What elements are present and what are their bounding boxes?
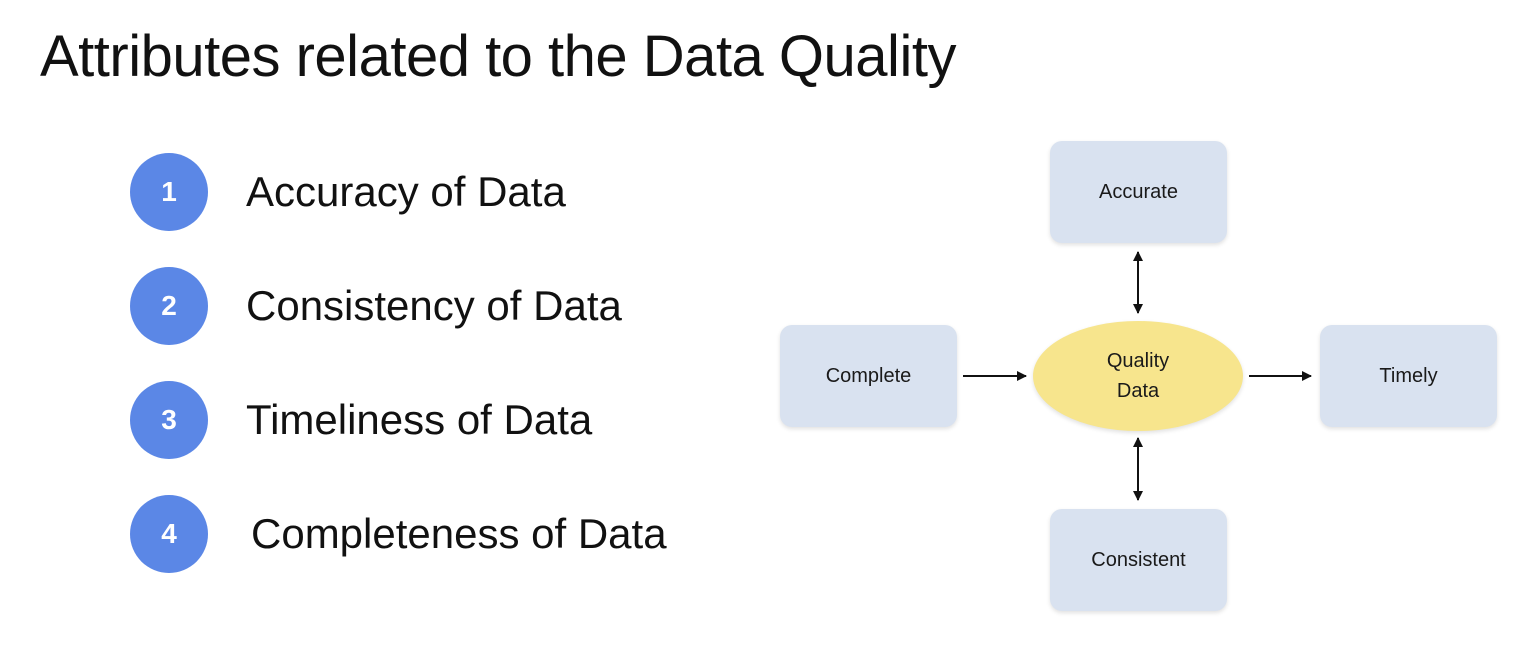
slide: Attributes related to the Data Quality 1…	[0, 0, 1532, 662]
center-quality-data: Quality Data	[1033, 321, 1243, 431]
box-consistent: Consistent	[1050, 509, 1227, 611]
list-item-label: Consistency of Data	[246, 282, 622, 329]
page-title: Attributes related to the Data Quality	[40, 24, 956, 89]
list-item-accuracy: 1 Accuracy of Data	[130, 153, 566, 231]
list-item-timeliness: 3 Timeliness of Data	[130, 381, 592, 459]
number-badge: 3	[130, 381, 208, 459]
box-timely: Timely	[1320, 325, 1497, 427]
list-item-consistency: 2 Consistency of Data	[130, 267, 622, 345]
number-badge: 1	[130, 153, 208, 231]
box-accurate: Accurate	[1050, 141, 1227, 243]
list-item-label: Timeliness of Data	[246, 396, 593, 443]
number-badge: 4	[130, 495, 208, 573]
list-item-label: Completeness of Data	[251, 510, 667, 557]
box-complete: Complete	[780, 325, 957, 427]
number-badge: 2	[130, 267, 208, 345]
center-line-1: Quality	[1106, 350, 1170, 372]
center-line-2: Data	[1116, 380, 1160, 402]
list-item-completeness: 4 Completeness of Data	[130, 495, 667, 573]
list-item-label: Accuracy of Data	[246, 168, 566, 215]
